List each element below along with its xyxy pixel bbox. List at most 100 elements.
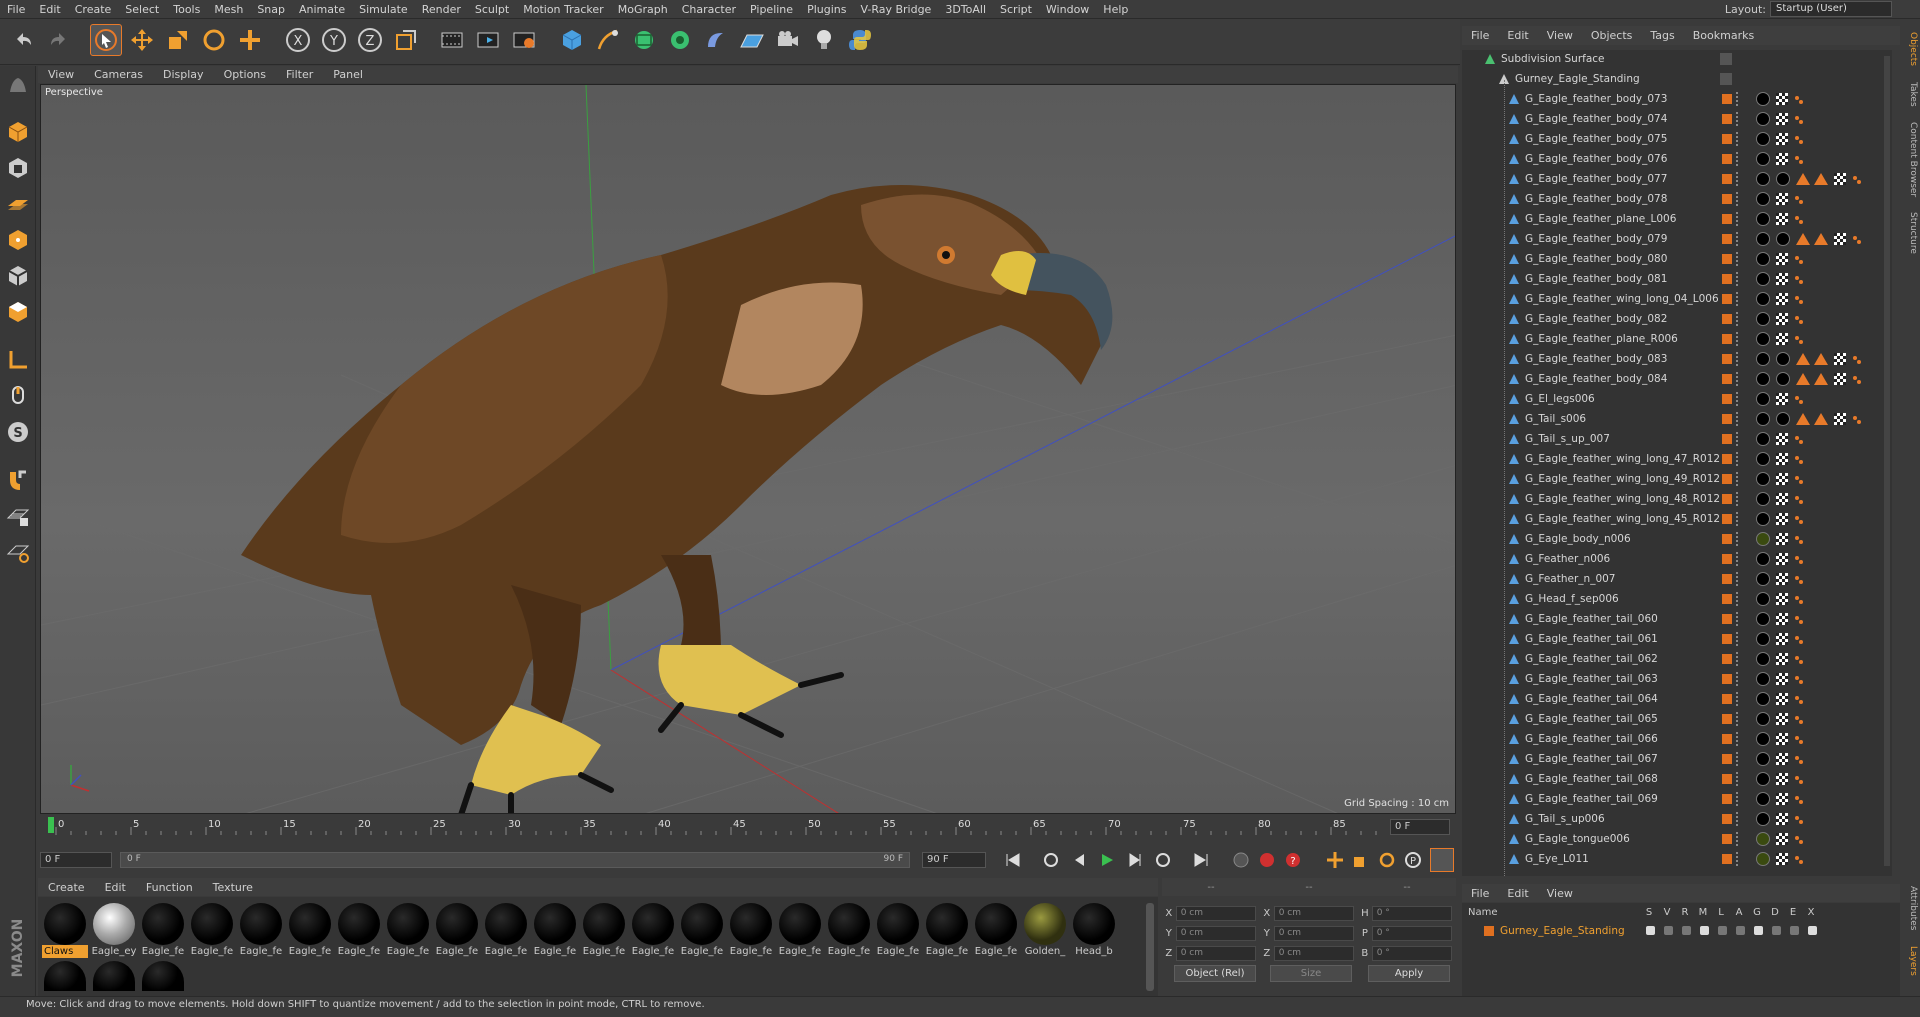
phong-tag-icon[interactable] (1794, 795, 1803, 804)
layer-menu-view[interactable]: View (1538, 887, 1582, 900)
playhead[interactable] (48, 817, 54, 833)
model-mode-icon[interactable] (4, 118, 32, 146)
visibility-dots-icon[interactable] (1736, 212, 1740, 226)
layer-color-icon[interactable] (1722, 534, 1732, 544)
layer-flag-icon[interactable] (1700, 926, 1709, 935)
layer-flag-icon[interactable] (1718, 926, 1727, 935)
polygons-mode-icon[interactable] (4, 298, 32, 326)
material-tag-icon[interactable] (1756, 352, 1770, 366)
object-manager-scrollbar[interactable] (1884, 56, 1890, 866)
coordinate-value-field[interactable]: 0 ° (1371, 945, 1452, 961)
side-tab-objects[interactable]: Objects (1902, 32, 1918, 66)
material-swatch[interactable]: Eagle_fe (238, 903, 284, 959)
coordinate-value-field[interactable]: 0 cm (1175, 945, 1256, 961)
uvw-tag-icon[interactable] (1776, 633, 1788, 645)
move-tool-button[interactable] (126, 24, 158, 56)
material-tag-icon[interactable] (1756, 212, 1770, 226)
record-button[interactable] (1256, 850, 1278, 870)
python-button[interactable] (844, 24, 876, 56)
visibility-dots-icon[interactable] (1736, 332, 1740, 346)
object-row[interactable]: G_Eagle_tongue006 (1462, 829, 1892, 849)
light-button[interactable] (808, 24, 840, 56)
visibility-dots-icon[interactable] (1736, 252, 1740, 266)
object-row[interactable]: G_Eagle_feather_body_081 (1462, 269, 1892, 289)
layer-flag-icon[interactable] (1772, 926, 1781, 935)
material-tag-icon[interactable] (1756, 752, 1770, 766)
layer-color-icon[interactable] (1722, 654, 1732, 664)
uvw-tag-icon[interactable] (1776, 593, 1788, 605)
layer-column-header[interactable]: D (1766, 907, 1784, 921)
uvw-tag-icon[interactable] (1776, 333, 1788, 345)
uvw-tag-icon[interactable] (1776, 133, 1788, 145)
layer-color-icon[interactable] (1722, 574, 1732, 584)
layer-column-header[interactable]: Name (1462, 907, 1640, 921)
phong-tag-icon[interactable] (1794, 255, 1803, 264)
object-row-root[interactable]: Subdivision Surface (1462, 50, 1892, 69)
layer-color-icon[interactable] (1722, 634, 1732, 644)
layer-color-icon[interactable] (1722, 134, 1732, 144)
material-tag-icon[interactable] (1756, 632, 1770, 646)
material-tag-icon[interactable] (1756, 172, 1770, 186)
texture-tag-icon[interactable] (1796, 353, 1810, 365)
edges-mode-icon[interactable] (4, 262, 32, 290)
material-tag-icon[interactable] (1756, 732, 1770, 746)
material-swatch[interactable]: Eagle_fe (924, 903, 970, 959)
key-scale-button[interactable] (1350, 850, 1372, 870)
object-row[interactable]: G_Eagle_feather_body_078 (1462, 189, 1892, 209)
phong-tag-icon[interactable] (1794, 635, 1803, 644)
loop-icon[interactable] (1040, 850, 1062, 870)
uvw-tag-icon[interactable] (1776, 793, 1788, 805)
visibility-dots-icon[interactable] (1736, 192, 1740, 206)
coordinate-value-field[interactable]: 0 cm (1273, 925, 1354, 941)
menu-edit[interactable]: Edit (32, 3, 67, 16)
uvw-tag-icon[interactable] (1776, 213, 1788, 225)
phong-tag-icon[interactable] (1794, 735, 1803, 744)
material-swatch[interactable]: Eagle_fe (434, 903, 480, 959)
coordinate-value-field[interactable]: 0 ° (1371, 905, 1452, 921)
object-row[interactable]: G_Feather_n_007 (1462, 569, 1892, 589)
uvw-tag-icon[interactable] (1776, 653, 1788, 665)
material-tag-icon[interactable] (1756, 372, 1770, 386)
end-frame-field[interactable]: 90 F (922, 852, 986, 868)
visibility-dots-icon[interactable] (1736, 432, 1740, 446)
layer-column-header[interactable]: V (1658, 907, 1676, 921)
visibility-dots-icon[interactable] (1736, 152, 1740, 166)
material-tag-icon[interactable] (1756, 572, 1770, 586)
layer-flag-icon[interactable] (1754, 926, 1763, 935)
object-menu-tags[interactable]: Tags (1641, 29, 1683, 42)
material-swatch[interactable]: Eagle_fe (581, 903, 627, 959)
phong-tag-icon[interactable] (1794, 115, 1803, 124)
uvw-tag-icon[interactable] (1776, 553, 1788, 565)
material-tag-icon[interactable] (1756, 152, 1770, 166)
layer-color-icon[interactable] (1722, 834, 1732, 844)
visibility-dots-icon[interactable] (1736, 712, 1740, 726)
object-row[interactable]: G_Eagle_feather_wing_long_47_R012 (1462, 449, 1892, 469)
layer-color-icon[interactable] (1722, 414, 1732, 424)
texture-mode-icon[interactable] (4, 154, 32, 182)
menu-v-ray-bridge[interactable]: V-Ray Bridge (853, 3, 938, 16)
phong-tag-icon[interactable] (1794, 675, 1803, 684)
timeline[interactable]: 051015202530354045505560657075808590 0 F (40, 815, 1456, 849)
visibility-dots-icon[interactable] (1736, 452, 1740, 466)
uvw-tag-icon[interactable] (1776, 693, 1788, 705)
material-tag-icon[interactable] (1756, 652, 1770, 666)
object-row[interactable]: G_Eagle_feather_body_075 (1462, 129, 1892, 149)
phong-tag-icon[interactable] (1794, 515, 1803, 524)
render-settings-button[interactable] (508, 24, 540, 56)
phong-tag-icon[interactable] (1794, 275, 1803, 284)
menu-create[interactable]: Create (68, 3, 119, 16)
menu-mesh[interactable]: Mesh (207, 3, 250, 16)
material-tag-icon[interactable] (1756, 772, 1770, 786)
object-row[interactable]: G_Eagle_feather_tail_063 (1462, 669, 1892, 689)
uvw-tag-icon[interactable] (1776, 193, 1788, 205)
layer-column-header[interactable]: X (1802, 907, 1820, 921)
menu-snap[interactable]: Snap (250, 3, 292, 16)
layer-flag-icon[interactable] (1790, 926, 1799, 935)
menu-file[interactable]: File (0, 3, 32, 16)
uvw-tag-icon[interactable] (1776, 473, 1788, 485)
phong-tag-icon[interactable] (1794, 655, 1803, 664)
loop-forward-icon[interactable] (1152, 850, 1174, 870)
material-menu-texture[interactable]: Texture (203, 881, 263, 894)
points-mode-icon[interactable] (4, 226, 32, 254)
object-row[interactable]: G_Eagle_feather_body_083 (1462, 349, 1892, 369)
